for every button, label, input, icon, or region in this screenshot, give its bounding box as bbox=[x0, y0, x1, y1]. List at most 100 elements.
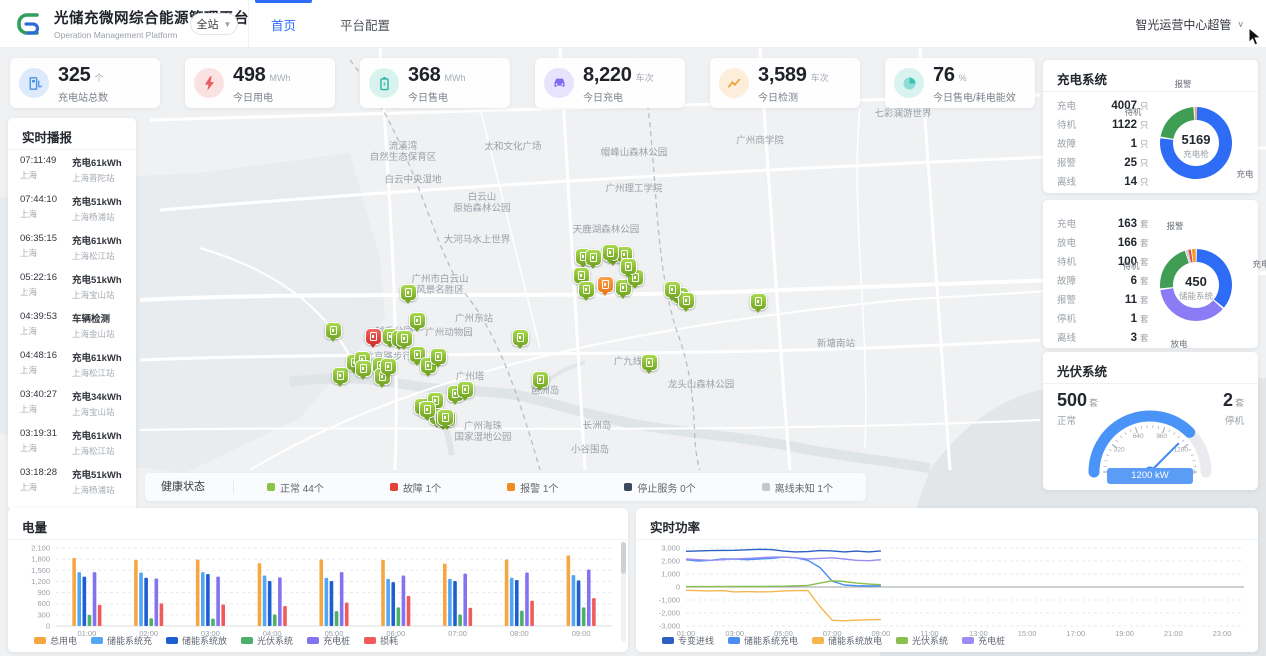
health-item[interactable]: 报警 1个 bbox=[507, 480, 558, 495]
stat-value: 163 bbox=[1091, 218, 1137, 230]
legend-swatch bbox=[166, 637, 178, 644]
charging-pile-icon bbox=[462, 385, 469, 394]
energy-bar-chart: 03006009001,2001,5001,8002,10001:0002:00… bbox=[12, 540, 620, 636]
station-pin-normal[interactable] bbox=[430, 348, 447, 365]
legend-swatch bbox=[34, 637, 46, 644]
charging-pile-icon bbox=[442, 413, 449, 422]
station-selector[interactable]: 全站 ▼ bbox=[190, 13, 238, 35]
stat-value: 14 bbox=[1091, 176, 1137, 188]
station-pin-normal[interactable] bbox=[641, 354, 658, 371]
stat-label: 离线 bbox=[1057, 174, 1091, 188]
station-pin-normal[interactable] bbox=[602, 244, 619, 261]
kpi-card: 76%今日售电/耗电能效 bbox=[885, 58, 1035, 108]
legend-item[interactable]: 充电桩 bbox=[307, 634, 350, 647]
svg-text:-1,000: -1,000 bbox=[659, 596, 680, 605]
stat-label: 报警 bbox=[1057, 292, 1091, 306]
station-pin-normal[interactable] bbox=[664, 281, 681, 298]
legend-item[interactable]: 总用电 bbox=[34, 634, 77, 647]
pv-gauge-chart: 032064096012801600 bbox=[1050, 380, 1250, 480]
health-item[interactable]: 离线未知 1个 bbox=[762, 480, 833, 495]
charging-pile-icon bbox=[590, 253, 597, 262]
list-item: 03:40:27上海充电34kWh上海宝山站 bbox=[8, 384, 136, 423]
stat-row: 离线14只 bbox=[1057, 174, 1149, 193]
station-pin-normal[interactable] bbox=[325, 322, 342, 339]
legend-swatch bbox=[662, 637, 674, 644]
health-item[interactable]: 正常 44个 bbox=[267, 480, 324, 495]
kpi-unit: MWh bbox=[444, 73, 465, 83]
donut-callout: 充电 bbox=[1236, 168, 1253, 180]
list-item: 07:11:49上海充电61kWh上海普陀站 bbox=[8, 150, 136, 189]
power-chart-title: 实时功率 bbox=[650, 517, 700, 536]
kpi-unit: MWh bbox=[269, 73, 290, 83]
legend-item[interactable]: 储能系统放电 bbox=[812, 634, 882, 647]
kpi-unit: 车次 bbox=[811, 71, 829, 84]
station-pin-normal[interactable] bbox=[355, 360, 372, 377]
station-pin-normal[interactable] bbox=[578, 281, 595, 298]
charging-pile-icon bbox=[385, 362, 392, 371]
station-pin-normal[interactable] bbox=[585, 249, 602, 266]
chevron-down-icon: ▼ bbox=[224, 20, 232, 29]
charging-pile-icon bbox=[755, 297, 762, 306]
station-pin-normal[interactable] bbox=[419, 401, 436, 418]
tab-platform-config[interactable]: 平台配置 bbox=[318, 0, 412, 48]
legend-item[interactable]: 损耗 bbox=[364, 634, 398, 647]
kpi-label: 今日检测 bbox=[758, 89, 798, 104]
broadcast-station: 上海松江站 bbox=[72, 367, 136, 379]
legend-item[interactable]: 光伏系统 bbox=[896, 634, 948, 647]
stat-label: 充电 bbox=[1057, 98, 1091, 112]
station-pin-normal[interactable] bbox=[457, 381, 474, 398]
broadcast-city: 上海 bbox=[20, 169, 72, 181]
health-label: 离线未知 1个 bbox=[775, 480, 833, 495]
broadcast-time: 03:18:28 bbox=[20, 467, 72, 478]
svg-text:1,200: 1,200 bbox=[31, 577, 50, 586]
pv-system-title: 光伏系统 bbox=[1057, 361, 1107, 380]
health-item[interactable]: 停止服务 0个 bbox=[624, 480, 695, 495]
station-pin-normal[interactable] bbox=[750, 293, 767, 310]
stat-row: 放电166套 bbox=[1057, 235, 1149, 254]
station-pin-normal[interactable] bbox=[409, 312, 426, 329]
station-pin-normal[interactable] bbox=[400, 284, 417, 301]
station-pin-normal[interactable] bbox=[512, 329, 529, 346]
broadcast-city: 上海 bbox=[20, 403, 72, 415]
svg-text:1,000: 1,000 bbox=[661, 570, 680, 579]
donut-callout: 待机 bbox=[1122, 260, 1139, 272]
pie-icon bbox=[894, 68, 924, 98]
list-item: 04:39:53上海车辆检测上海金山站 bbox=[8, 306, 136, 345]
scrollbar[interactable] bbox=[621, 542, 626, 642]
stat-value: 1 bbox=[1091, 313, 1137, 325]
legend-item[interactable]: 充电桩 bbox=[962, 634, 1005, 647]
station-pin-normal[interactable] bbox=[380, 358, 397, 375]
broadcast-city: 上海 bbox=[20, 325, 72, 337]
legend-item[interactable]: 储能系统充 bbox=[91, 634, 152, 647]
app-logo bbox=[16, 10, 44, 38]
broadcast-event: 充电51kWh bbox=[72, 467, 136, 481]
user-menu[interactable]: 智光运营中心超管 ∨ bbox=[1135, 0, 1244, 48]
broadcast-list[interactable]: 07:11:49上海充电61kWh上海普陀站07:44:10上海充电51kWh上… bbox=[8, 150, 136, 506]
station-pin-normal[interactable] bbox=[437, 409, 454, 426]
kpi-card: 498MWh今日用电 bbox=[185, 58, 335, 108]
station-pin-normal[interactable] bbox=[396, 330, 413, 347]
battery-icon bbox=[369, 68, 399, 98]
list-item: 04:48:16上海充电61kWh上海松江站 bbox=[8, 345, 136, 384]
legend-item[interactable]: 储能系统充电 bbox=[728, 634, 798, 647]
health-item[interactable]: 故障 1个 bbox=[390, 480, 441, 495]
charging-pile-icon bbox=[401, 334, 408, 343]
station-pin-normal[interactable] bbox=[532, 371, 549, 388]
station-pin-normal[interactable] bbox=[620, 258, 637, 275]
station-pin-fault[interactable] bbox=[365, 328, 382, 345]
legend-item[interactable]: 储能系统放 bbox=[166, 634, 227, 647]
stat-row: 报警25只 bbox=[1057, 155, 1149, 174]
station-pin-normal[interactable] bbox=[332, 367, 349, 384]
legend-item[interactable]: 专变进线 bbox=[662, 634, 714, 647]
legend-item[interactable]: 光伏系统 bbox=[241, 634, 293, 647]
svg-text:17:00: 17:00 bbox=[1066, 629, 1085, 636]
status-dot bbox=[507, 483, 515, 491]
stat-row: 故障6套 bbox=[1057, 273, 1149, 292]
svg-text:08:00: 08:00 bbox=[510, 629, 529, 636]
broadcast-title: 实时播报 bbox=[22, 127, 72, 146]
svg-text:3,000: 3,000 bbox=[661, 544, 680, 553]
tab-home[interactable]: 首页 bbox=[249, 0, 318, 48]
charging-pile-icon bbox=[620, 283, 627, 292]
kpi-label: 充电站总数 bbox=[58, 89, 108, 104]
station-pin-alarm[interactable] bbox=[597, 276, 614, 293]
